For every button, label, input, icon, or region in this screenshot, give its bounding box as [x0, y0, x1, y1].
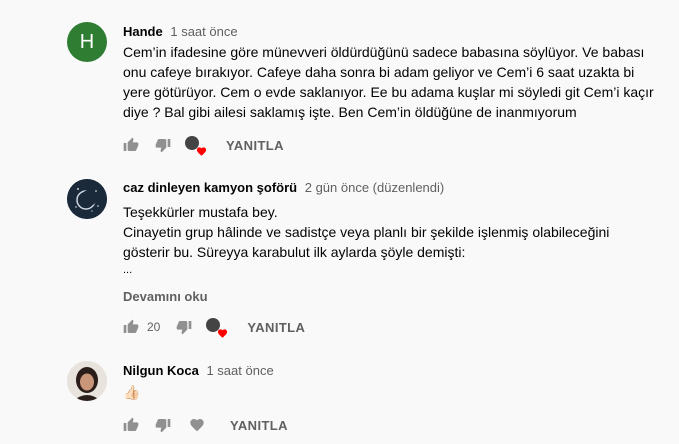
thumbs-up-icon: [123, 319, 139, 333]
author-name[interactable]: Hande: [123, 24, 163, 39]
thumbs-up-icon: [123, 417, 139, 431]
read-more-link[interactable]: Devamını oku: [123, 289, 208, 304]
heart-button[interactable]: [189, 417, 205, 433]
timestamp[interactable]: 1 saat önce: [170, 24, 237, 39]
reply-button[interactable]: YANITLA: [230, 418, 288, 433]
creator-heart-badge[interactable]: [185, 136, 207, 156]
avatar-image: [67, 361, 107, 401]
like-button[interactable]: [123, 417, 139, 433]
comment-actions: YANITLA: [123, 135, 284, 156]
comment-text: 👍🏻: [123, 384, 141, 400]
like-button[interactable]: [123, 137, 139, 153]
avatar[interactable]: [67, 361, 107, 401]
author-name[interactable]: caz dinleyen kamyon şoförü: [123, 180, 297, 195]
like-count: 20: [147, 320, 161, 334]
heart-icon: [218, 329, 228, 338]
reply-button[interactable]: YANITLA: [247, 320, 305, 335]
comment-header: Hande 1 saat önce: [123, 24, 238, 39]
comment-text: Teşekkürler mustafa bey. Cinayetin grup …: [123, 204, 610, 276]
creator-heart-badge[interactable]: [206, 318, 228, 338]
dislike-button[interactable]: [155, 137, 171, 153]
heart-outline-icon: [190, 419, 204, 432]
dislike-button[interactable]: [176, 319, 192, 335]
comment-text: Cem’in ifadesine göre münevveri öldürdüğ…: [123, 44, 654, 120]
comment-actions: 20 YANITLA: [123, 317, 305, 338]
thumbs-up-icon: [123, 137, 139, 151]
thumbs-down-icon: [155, 139, 171, 153]
timestamp[interactable]: 2 gün önce (düzenlendi): [305, 180, 445, 195]
reply-button[interactable]: YANITLA: [226, 138, 284, 153]
timestamp[interactable]: 1 saat önce: [206, 363, 273, 378]
heart-icon: [196, 147, 207, 156]
avatar-image: [67, 179, 107, 219]
comment-header: caz dinleyen kamyon şoförü 2 gün önce (d…: [123, 180, 444, 195]
comment-actions: YANITLA: [123, 415, 288, 435]
dislike-button[interactable]: [155, 417, 171, 433]
comment-header: Nilgun Koca 1 saat önce: [123, 363, 274, 378]
author-name[interactable]: Nilgun Koca: [123, 363, 199, 378]
like-button[interactable]: [123, 319, 139, 335]
avatar[interactable]: H: [67, 22, 107, 62]
thumbs-down-icon: [177, 321, 192, 335]
thumbs-down-icon: [155, 419, 171, 433]
avatar[interactable]: [67, 179, 107, 219]
